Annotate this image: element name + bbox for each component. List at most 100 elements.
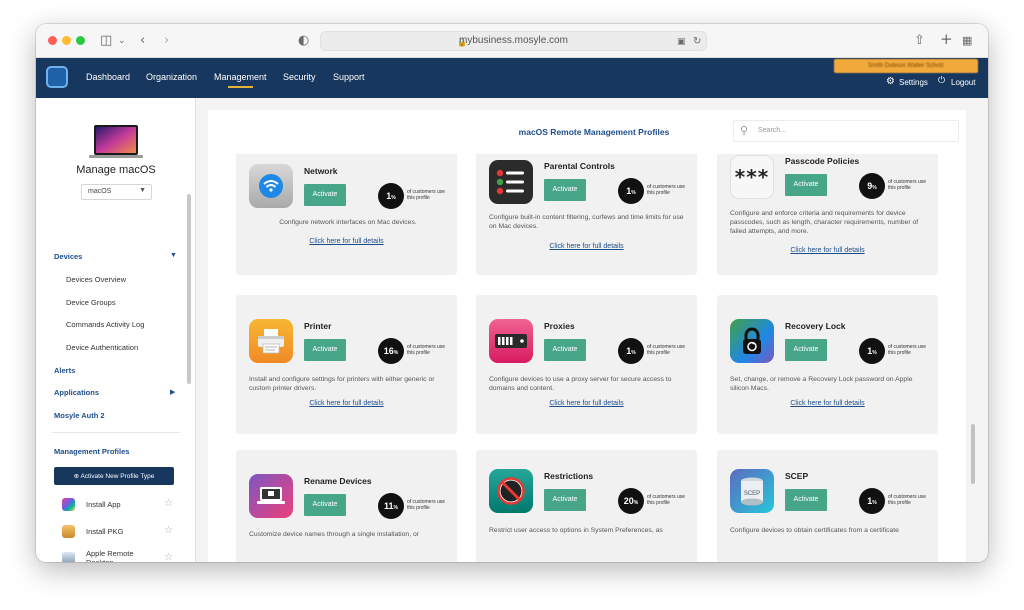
main-scrollbar[interactable]: [971, 424, 975, 484]
profile-name: Passcode Policies: [785, 156, 860, 166]
sidebar-divider: [52, 432, 180, 433]
caret-down-icon[interactable]: ▼: [170, 252, 177, 259]
mosyle-logo[interactable]: [46, 66, 68, 88]
translate-icon[interactable]: ▣: [677, 33, 686, 51]
usage-percent-badge: 9%: [859, 173, 885, 199]
settings-link[interactable]: Settings: [899, 78, 928, 87]
sidebar-mosyle-auth[interactable]: Mosyle Auth 2: [54, 411, 105, 420]
percent-sign: %: [872, 185, 877, 191]
activate-button[interactable]: Activate: [785, 174, 827, 196]
usage-percent-badge: 1%: [859, 338, 885, 364]
profile-name: Proxies: [544, 321, 575, 331]
sidebar-devices-heading[interactable]: Devices: [54, 252, 82, 261]
usage-percent-label: of customers use this profile: [647, 184, 686, 196]
sidebar-item-devices-overview[interactable]: Devices Overview: [66, 275, 126, 284]
usage-percent-value: 20: [623, 496, 634, 506]
sidebar-item-device-groups[interactable]: Device Groups: [66, 298, 116, 307]
usage-percent-label: of customers use this profile: [647, 494, 686, 506]
star-icon[interactable]: ☆: [164, 552, 173, 562]
full-details-link[interactable]: Click here for full details: [476, 243, 697, 250]
profile-card-recovery-lock: Recovery Lock Activate 1% of customers u…: [717, 295, 938, 434]
activate-button[interactable]: Activate: [785, 489, 827, 511]
macbook-icon: [89, 125, 143, 158]
profile-card-passcode-policies: *** Passcode Policies Activate 9% of cus…: [717, 154, 938, 275]
zoom-window-button[interactable]: [76, 36, 85, 45]
sidebar-item-install-app[interactable]: Install App: [86, 500, 121, 509]
sidebar-item-install-pkg[interactable]: Install PKG: [86, 527, 124, 536]
plus-circle-icon: ⊕: [73, 472, 80, 480]
sidebar-item-device-authentication[interactable]: Device Authentication: [66, 343, 138, 352]
usage-percent-badge: 16%: [378, 338, 404, 364]
activate-button[interactable]: Activate: [785, 339, 827, 361]
activate-button[interactable]: Activate: [544, 339, 586, 361]
minimize-window-button[interactable]: [62, 36, 71, 45]
sidebar-applications[interactable]: Applications: [54, 388, 99, 397]
no-entry-icon: [489, 469, 533, 513]
activate-button[interactable]: Activate: [304, 339, 346, 361]
user-account-badge[interactable]: Smith Dobson Walter Scholz: [834, 59, 978, 73]
search-input[interactable]: ⚲ Search...: [733, 120, 959, 142]
activate-button[interactable]: Activate: [544, 489, 586, 511]
sidebar-item-commands-activity-log[interactable]: Commands Activity Log: [66, 320, 144, 329]
sidebar-toggle-icon[interactable]: ◫: [100, 32, 112, 50]
activate-new-profile-type-button[interactable]: ⊕ Activate New Profile Type: [54, 467, 174, 485]
full-details-link[interactable]: Click here for full details: [476, 400, 697, 407]
profile-description: Set, change, or remove a Recovery Lock p…: [730, 376, 913, 392]
usage-percent-badge: 1%: [859, 488, 885, 514]
nav-organization[interactable]: Organization: [146, 72, 197, 82]
apple-remote-desktop-icon: [62, 552, 75, 562]
profile-description: Restrict user access to options in Syste…: [489, 527, 663, 534]
close-window-button[interactable]: [48, 36, 57, 45]
activate-button[interactable]: Activate: [544, 179, 586, 201]
logout-link[interactable]: Logout: [951, 78, 975, 87]
browser-toolbar: ◫ ⌄ ‹ › ◐ 🔒 mybusiness.mosyle.com ▣ ↻ ⇧ …: [36, 24, 988, 58]
install-app-icon: [62, 498, 75, 511]
tab-overview-icon[interactable]: ▦: [962, 32, 972, 50]
sidebar-alerts[interactable]: Alerts: [54, 366, 75, 375]
profile-description: Install and configure settings for print…: [249, 376, 435, 392]
full-details-link[interactable]: Click here for full details: [236, 400, 457, 407]
star-icon[interactable]: ☆: [164, 498, 173, 509]
share-icon[interactable]: ⇧: [914, 32, 925, 50]
os-select[interactable]: macOS ▼: [81, 184, 152, 200]
new-tab-icon[interactable]: +: [940, 30, 953, 48]
privacy-shield-icon[interactable]: ◐: [298, 32, 309, 50]
usage-percent-label: of customers use this profile: [407, 499, 446, 511]
profile-card-scep: SCEP SCEP Activate 1% of customers use t…: [717, 450, 938, 562]
caret-right-icon[interactable]: ▶: [170, 388, 175, 396]
address-bar[interactable]: 🔒 mybusiness.mosyle.com ▣ ↻: [320, 31, 707, 51]
usage-percent-value: 16: [383, 346, 394, 356]
full-details-link[interactable]: Click here for full details: [236, 238, 457, 245]
star-icon[interactable]: ☆: [164, 525, 173, 536]
sidebar-item-apple-remote-desktop[interactable]: Apple Remote Desktop: [86, 549, 148, 562]
nav-support[interactable]: Support: [333, 72, 365, 82]
activate-button[interactable]: Activate: [304, 184, 346, 206]
nav-dashboard[interactable]: Dashboard: [86, 72, 130, 82]
percent-sign: %: [872, 500, 877, 506]
caret-down-icon: ▼: [139, 187, 146, 194]
reload-icon[interactable]: ↻: [693, 33, 701, 51]
nav-management[interactable]: Management: [214, 72, 267, 88]
power-icon[interactable]: ⏻: [938, 76, 945, 86]
nav-security[interactable]: Security: [283, 72, 316, 82]
percent-sign: %: [393, 350, 399, 356]
install-pkg-icon: [62, 525, 75, 538]
profile-description: Configure devices to obtain certificates…: [730, 527, 899, 534]
server-icon: [489, 319, 533, 363]
back-icon[interactable]: ‹: [140, 32, 145, 50]
sidebar-scrollbar[interactable]: [187, 194, 191, 384]
chevron-down-icon[interactable]: ⌄: [118, 32, 126, 50]
certificate-jar-icon: SCEP: [730, 469, 774, 513]
full-details-link[interactable]: Click here for full details: [717, 247, 938, 254]
profile-name: Recovery Lock: [785, 321, 846, 331]
printer-icon: [249, 319, 293, 363]
gear-icon[interactable]: ⚙: [886, 76, 895, 87]
usage-percent-label: of customers use this profile: [407, 344, 446, 356]
profile-description: Configure devices to use a proxy server …: [489, 376, 672, 392]
full-details-link[interactable]: Click here for full details: [717, 400, 938, 407]
padlock-icon: [730, 319, 774, 363]
forward-icon[interactable]: ›: [164, 32, 169, 50]
usage-percent-label: of customers use this profile: [888, 179, 927, 191]
activate-button[interactable]: Activate: [304, 494, 346, 516]
profile-name: Rename Devices: [304, 476, 372, 486]
